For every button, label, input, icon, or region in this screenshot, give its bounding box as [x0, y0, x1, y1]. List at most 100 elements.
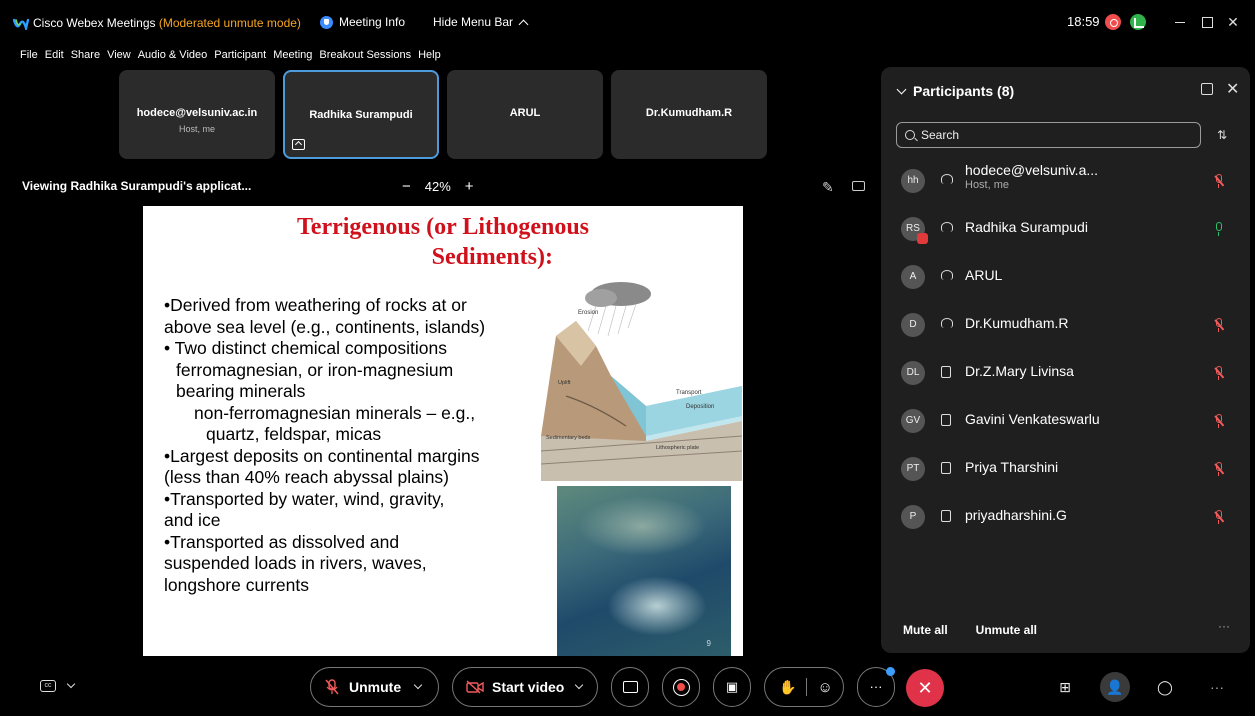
close-panel-button[interactable]: ✕ [1226, 79, 1239, 99]
start-video-label: Start video [492, 679, 565, 695]
network-health-icon[interactable] [1130, 14, 1146, 30]
menu-participant[interactable]: Participant [214, 44, 266, 66]
breakout-apps-icon[interactable]: ⊞ [1050, 672, 1080, 702]
start-video-button[interactable]: Start video [452, 667, 598, 707]
participant-row[interactable]: RS Radhika Surampudi [881, 207, 1250, 255]
menu-help[interactable]: Help [418, 44, 441, 66]
mic-on-icon[interactable] [1214, 222, 1224, 236]
mic-muted-icon[interactable] [1214, 318, 1224, 332]
slide-bullets: •Derived from weathering of rocks at or … [164, 295, 534, 596]
video-tile-kumudham[interactable]: Dr.Kumudham.R [611, 70, 767, 159]
participant-name: hodece@velsuniv.a... [965, 162, 1099, 178]
notification-dot [886, 667, 895, 676]
bullet-line: and ice [164, 510, 221, 530]
video-off-icon [466, 680, 484, 694]
tile-name: ARUL [509, 107, 541, 119]
sharing-icon [292, 139, 305, 150]
shared-content: Terrigenous (or Lithogenous Sediments): … [143, 206, 743, 656]
app-title: Cisco Webex Meetings (Moderated unmute m… [33, 16, 301, 30]
participant-row[interactable]: GV Gavini Venkateswarlu [881, 399, 1250, 447]
menu-breakout-sessions[interactable]: Breakout Sessions [319, 44, 411, 66]
participant-row[interactable]: DL Dr.Z.Mary Livinsa [881, 351, 1250, 399]
apps-grid-icon: ▣ [725, 679, 739, 694]
bullet-line: •Transported as dissolved and [164, 531, 400, 552]
menu-view[interactable]: View [107, 44, 131, 66]
menu-meeting[interactable]: Meeting [273, 44, 312, 66]
maximize-button[interactable] [1198, 13, 1216, 31]
zoom-out-button[interactable]: − [402, 178, 411, 195]
share-button[interactable] [611, 667, 649, 707]
participant-row[interactable]: hh hodece@velsuniv.a... Host, me [881, 159, 1250, 207]
close-window-button[interactable]: ✕ [1224, 13, 1242, 31]
mic-muted-icon[interactable] [1214, 462, 1224, 476]
divider [806, 678, 808, 696]
reactions-icon[interactable]: ☺ [817, 679, 832, 696]
search-icon [905, 130, 915, 140]
more-options-icon[interactable]: ··· [1202, 672, 1232, 702]
bullet-line: (less than 40% reach abyssal plains) [164, 467, 450, 487]
mic-muted-icon [325, 679, 339, 695]
video-tile-hodece[interactable]: hodece@velsuniv.ac.in Host, me [119, 70, 275, 159]
participants-header[interactable]: Participants (8) [896, 83, 1014, 99]
participant-name: ARUL [965, 267, 1003, 283]
captions-icon[interactable]: cc [40, 680, 56, 692]
sediment-plume-shape [607, 576, 707, 636]
bullet-line: quartz, feldspar, micas [206, 424, 382, 444]
zoom-in-button[interactable]: + [465, 178, 474, 195]
unmute-button[interactable]: Unmute [310, 667, 439, 707]
share-icon [623, 681, 638, 693]
headset-icon [941, 270, 953, 283]
mic-muted-icon[interactable] [1214, 414, 1224, 428]
bullet-line: suspended loads in rivers, waves, [164, 553, 427, 573]
mic-muted-icon[interactable] [1214, 174, 1224, 188]
video-tile-arul[interactable]: ARUL [447, 70, 603, 159]
search-input[interactable] [921, 127, 1191, 143]
more-options-icon[interactable]: ··· [1218, 619, 1230, 633]
mute-all-button[interactable]: Mute all [903, 623, 948, 637]
participant-name: priyadharshini.G [965, 507, 1067, 523]
leave-meeting-button[interactable]: ✕ [906, 669, 944, 707]
app-name: Cisco Webex Meetings [33, 16, 156, 30]
mic-muted-icon[interactable] [1214, 366, 1224, 380]
more-icon: ··· [869, 679, 883, 694]
participants-toggle-icon[interactable]: 👤 [1100, 672, 1130, 702]
chat-icon[interactable]: ◯ [1150, 672, 1180, 702]
avatar: D [901, 313, 925, 337]
minimize-button[interactable] [1171, 13, 1189, 31]
view-options-icon[interactable] [852, 181, 865, 191]
unmute-all-button[interactable]: Unmute all [976, 623, 1037, 637]
bullet-line: above sea level (e.g., continents, islan… [164, 316, 486, 337]
participant-row[interactable]: P priyadharshini.G [881, 495, 1250, 543]
menu-edit[interactable]: Edit [45, 44, 64, 66]
bullet-line: non-ferromagnesian minerals – e.g., [194, 402, 476, 423]
menu-audio-video[interactable]: Audio & Video [138, 44, 208, 66]
hide-menu-bar-button[interactable]: Hide Menu Bar [433, 15, 529, 29]
search-box[interactable] [896, 122, 1201, 148]
avatar: RS [901, 217, 928, 244]
mic-muted-icon[interactable] [1214, 510, 1224, 524]
hide-menu-bar-label: Hide Menu Bar [433, 15, 514, 29]
raise-hand-icon[interactable]: ✋ [779, 679, 796, 696]
bullet-line: • Two distinct chemical compositions [164, 338, 447, 358]
chevron-down-icon[interactable] [575, 680, 584, 690]
record-button[interactable] [662, 667, 700, 707]
apps-button[interactable]: ▣ [713, 667, 751, 707]
chevron-down-icon[interactable] [413, 680, 423, 690]
video-tile-radhika[interactable]: Radhika Surampudi [283, 70, 439, 159]
chevron-down-icon[interactable] [66, 679, 76, 689]
participant-row[interactable]: A ARUL [881, 255, 1250, 303]
zoom-controls: − 42% + [402, 178, 474, 195]
participant-row[interactable]: PT Priya Tharshini [881, 447, 1250, 495]
popout-icon[interactable] [1201, 83, 1213, 95]
participant-row[interactable]: D Dr.Kumudham.R [881, 303, 1250, 351]
title-bar: Cisco Webex Meetings (Moderated unmute m… [0, 0, 1255, 44]
meeting-info-button[interactable]: Meeting Info [320, 15, 405, 29]
menu-file[interactable]: File [20, 44, 38, 66]
recording-indicator-icon[interactable] [1105, 14, 1121, 30]
avatar: DL [901, 361, 925, 385]
menu-share[interactable]: Share [71, 44, 100, 66]
slide-title: Terrigenous (or Lithogenous Sediments): [143, 212, 743, 272]
sediment-plume-shape [577, 496, 707, 556]
sort-icon[interactable]: ⇅ [1217, 128, 1227, 142]
annotate-icon[interactable]: ✎ [822, 179, 834, 196]
